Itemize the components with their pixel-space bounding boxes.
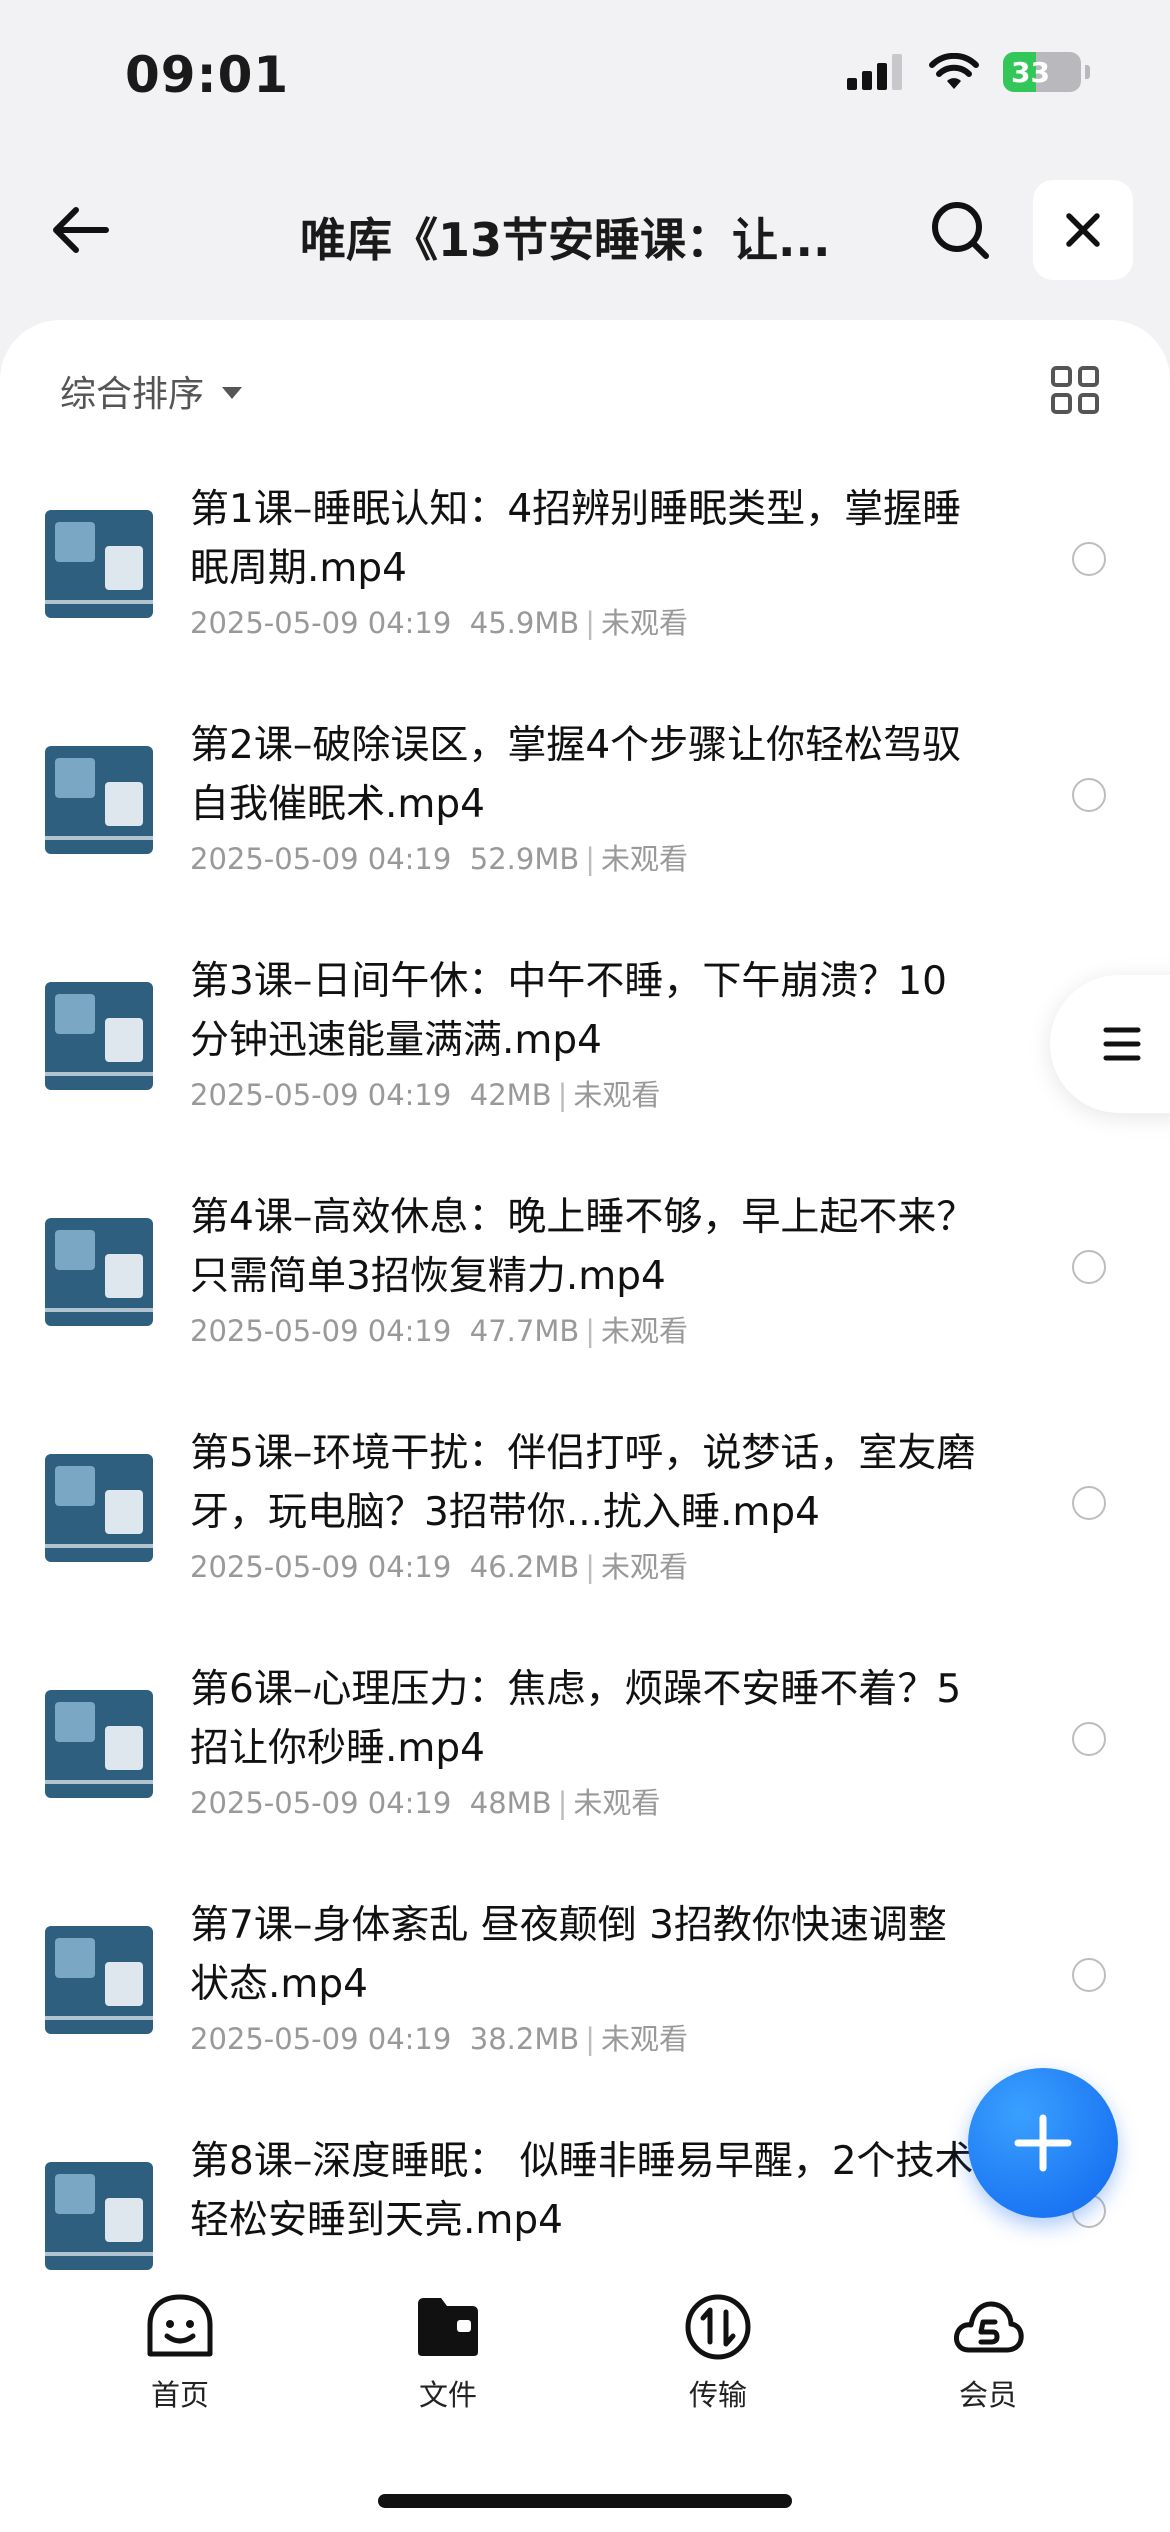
smile-icon [143,2290,217,2364]
transfer-icon [681,2290,755,2364]
file-date: 2025-05-09 04:19 [190,1314,452,1348]
watch-status: 未观看 [601,842,689,876]
sort-dropdown[interactable]: 综合排序 [60,365,243,417]
watch-status: 未观看 [601,1550,689,1584]
video-thumbnail [45,1690,153,1798]
grid-icon [1051,366,1099,414]
tab-home[interactable]: 首页 [80,2290,280,2420]
video-thumbnail [45,510,153,618]
search-button[interactable] [920,190,1000,270]
watch-status: 未观看 [601,1314,689,1348]
video-thumbnail [45,1454,153,1562]
select-radio[interactable] [1072,1958,1106,1992]
battery-icon: 33 [1003,52,1081,92]
file-meta: 2025-05-09 04:19 47.7MB | 未观看 [190,1314,689,1348]
file-item[interactable]: 第5课–环境干扰：伴侣打呼，说梦话，室友磨牙，玩电脑？3招带你...扰入睡.mp… [0,1414,1170,1650]
file-size: 52.9MB [469,842,580,876]
status-time: 09:01 [125,46,290,104]
file-meta: 2025-05-09 04:19 45.9MB | 未观看 [190,606,689,640]
watch-status: 未观看 [601,2022,689,2056]
video-thumbnail [45,1218,153,1326]
tab-label: 文件 [418,2378,477,2412]
video-thumbnail [45,1926,153,2034]
watch-status: 未观看 [573,1078,661,1112]
file-item[interactable]: 第3课–日间午休：中午不睡，下午崩溃？10分钟迅速能量满满.mp4 2025-0… [0,942,1170,1178]
file-name: 第8课–深度睡眠： 似睡非睡易早醒，2个技术轻松安睡到天亮.mp4 [190,2139,974,2243]
wifi-icon [929,53,979,89]
tab-transfer[interactable]: 传输 [618,2290,818,2420]
select-radio[interactable] [1072,542,1106,576]
select-radio[interactable] [1072,1486,1106,1520]
watch-status: 未观看 [573,1786,661,1820]
bottom-tab-bar: 首页 文件 传输 会员 [0,2270,1170,2532]
select-radio[interactable] [1072,1250,1106,1284]
arrow-left-icon [53,207,109,253]
file-name: 第5课–环境干扰：伴侣打呼，说梦话，室友磨牙，玩电脑？3招带你...扰入睡.mp… [190,1431,976,1535]
add-button[interactable] [968,2068,1118,2218]
watch-status: 未观看 [601,606,689,640]
tab-label: 传输 [688,2378,747,2412]
file-date: 2025-05-09 04:19 [190,842,452,876]
caret-down-icon [222,387,243,399]
file-meta: 2025-05-09 04:19 46.2MB | 未观看 [190,1550,689,1584]
file-name: 第3课–日间午休：中午不睡，下午崩溃？10分钟迅速能量满满.mp4 [190,959,947,1063]
file-name: 第6课–心理压力：焦虑，烦躁不安睡不着？5招让你秒睡.mp4 [190,1667,962,1771]
file-name: 第2课–破除误区，掌握4个步骤让你轻松驾驭自我催眠术.mp4 [190,723,962,827]
home-indicator [378,2494,792,2508]
file-size: 48MB [469,1786,552,1820]
file-meta: 2025-05-09 04:19 52.9MB | 未观看 [190,842,689,876]
cellular-signal-icon [847,54,902,90]
close-icon [1066,213,1100,247]
file-item[interactable]: 第2课–破除误区，掌握4个步骤让你轻松驾驭自我催眠术.mp4 2025-05-0… [0,706,1170,942]
tab-label: 会员 [958,2378,1017,2412]
folder-icon [411,2290,485,2364]
video-thumbnail [45,746,153,854]
file-item[interactable]: 第4课–高效休息：晚上睡不够，早上起不来？只需简单3招恢复精力.mp4 2025… [0,1178,1170,1414]
battery-level: 33 [1011,56,1050,89]
file-date: 2025-05-09 04:19 [190,1078,452,1112]
grid-view-button[interactable] [1050,365,1100,415]
file-meta: 2025-05-09 04:19 38.2MB | 未观看 [190,2022,689,2056]
cloud-member-icon [951,2290,1025,2364]
file-meta: 2025-05-09 04:19 42MB | 未观看 [190,1078,661,1112]
file-item[interactable]: 第1课–睡眠认知：4招辨别睡眠类型，掌握睡眠周期.mp4 2025-05-09 … [0,470,1170,706]
tab-member[interactable]: 会员 [888,2290,1088,2420]
video-thumbnail [45,982,153,1090]
file-panel: 综合排序 第1课–睡眠认知：4招辨别睡眠类型，掌握睡眠周期.mp4 2025-0… [0,320,1170,2270]
file-date: 2025-05-09 04:19 [190,2022,452,2056]
menu-icon [1103,1027,1141,1061]
file-date: 2025-05-09 04:19 [190,606,452,640]
file-meta: 2025-05-09 04:19 48MB | 未观看 [190,1786,661,1820]
file-size: 42MB [469,1078,552,1112]
sort-label: 综合排序 [60,374,205,415]
file-name: 第7课–身体紊乱 昼夜颠倒 3招教你快速调整状态.mp4 [190,1903,947,2007]
file-name: 第4课–高效休息：晚上睡不够，早上起不来？只需简单3招恢复精力.mp4 [190,1195,976,1299]
select-radio[interactable] [1072,1722,1106,1756]
file-date: 2025-05-09 04:19 [190,1550,452,1584]
file-size: 38.2MB [469,2022,580,2056]
file-name: 第1课–睡眠认知：4招辨别睡眠类型，掌握睡眠周期.mp4 [190,487,962,591]
file-date: 2025-05-09 04:19 [190,1786,452,1820]
status-icons: 33 [847,52,1090,92]
tab-files[interactable]: 文件 [348,2290,548,2420]
plus-icon [1014,2114,1072,2172]
status-bar: 09:01 33 [0,0,1170,150]
video-thumbnail [45,2162,153,2270]
page-title: 唯库《13节安睡课：让... [300,213,831,267]
back-button[interactable] [40,190,120,270]
file-size: 45.9MB [469,606,580,640]
select-radio[interactable] [1072,778,1106,812]
close-button[interactable] [1033,180,1133,280]
search-icon [932,202,989,259]
file-size: 46.2MB [469,1550,580,1584]
file-item[interactable]: 第6课–心理压力：焦虑，烦躁不安睡不着？5招让你秒睡.mp4 2025-05-0… [0,1650,1170,1886]
tab-label: 首页 [150,2378,209,2412]
header: 唯库《13节安睡课：让... [0,160,1170,300]
file-size: 47.7MB [469,1314,580,1348]
